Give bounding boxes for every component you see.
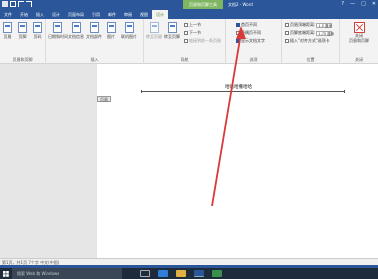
annotation-arrow <box>211 26 246 207</box>
edge-icon[interactable] <box>158 270 168 277</box>
word-taskbar-icon[interactable] <box>194 270 204 277</box>
windows-logo-icon <box>2 270 9 277</box>
file-explorer-icon[interactable] <box>176 270 186 277</box>
windows-taskbar: 搜索 Web 和 Windows <box>0 268 378 279</box>
taskbar-search[interactable]: 搜索 Web 和 Windows <box>12 268 122 279</box>
task-view-icon[interactable] <box>140 270 150 277</box>
status-bar: 第1页，共1页 7个字 中文(中国) <box>0 258 378 265</box>
start-button[interactable] <box>0 268 11 279</box>
app-taskbar-icon[interactable] <box>212 270 222 277</box>
